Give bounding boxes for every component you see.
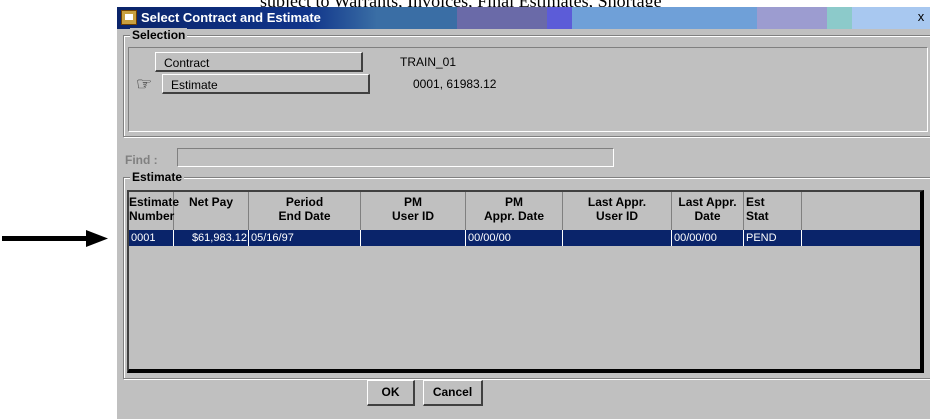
cell-last-appr-date: 00/00/00 (672, 230, 744, 246)
close-button[interactable]: x (913, 10, 929, 25)
selection-group-label: Selection (130, 28, 188, 42)
pointing-hand-icon: ☞ (136, 74, 153, 94)
arrow-right-icon (2, 230, 108, 247)
cell-estimate-number: 0001 (129, 230, 174, 246)
cancel-button-label: Cancel (432, 385, 473, 399)
ok-button-label: OK (381, 385, 400, 399)
select-contract-dialog: Select Contract and Estimate x Selection… (116, 7, 930, 419)
cell-net-pay: $61,983.12 (174, 230, 249, 246)
header-line: Date (694, 209, 721, 223)
header-line: Period (285, 195, 324, 209)
contract-button-label: Contract (164, 56, 210, 70)
header-line: User ID (595, 209, 639, 223)
header-line: Appr. Date (483, 209, 544, 223)
cell-est-stat: PEND (744, 230, 802, 246)
estimate-value: 0001, 61983.12 (413, 77, 497, 91)
contract-value: TRAIN_01 (400, 55, 457, 69)
column-header-period-end-date[interactable]: Period End Date (249, 192, 361, 230)
header-line: Number (129, 209, 175, 223)
header-line: Estimate (129, 195, 180, 209)
window-title: Select Contract and Estimate (141, 10, 321, 25)
column-header-estimate-number[interactable]: Estimate Number (129, 192, 180, 230)
cell-last-appr-user-id (563, 230, 672, 246)
estimate-button[interactable]: Estimate (162, 74, 370, 94)
title-bar[interactable]: Select Contract and Estimate x (117, 7, 930, 29)
column-header-pm-appr-date[interactable]: PM Appr. Date (466, 192, 563, 230)
find-label: Find : (125, 153, 158, 167)
header-line: PM (505, 195, 523, 209)
column-header-last-appr-date[interactable]: Last Appr. Date (672, 192, 744, 230)
ok-button[interactable]: OK (367, 380, 415, 406)
column-header-last-appr-user-id[interactable]: Last Appr. User ID (563, 192, 672, 230)
estimate-table[interactable]: Estimate Number Net Pay Period End Date … (127, 190, 924, 373)
cell-pm-user-id (361, 230, 466, 246)
app-icon (121, 10, 137, 25)
cell-period-end-date: 05/16/97 (249, 230, 361, 246)
column-header-pm-user-id[interactable]: PM User ID (361, 192, 466, 230)
column-header-net-pay[interactable]: Net Pay (174, 192, 249, 230)
column-header-est-stat[interactable]: Est Stat (744, 192, 802, 230)
header-line: End Date (278, 209, 331, 223)
find-input[interactable] (177, 148, 614, 167)
estimate-group-label: Estimate (130, 170, 185, 184)
cell-pm-appr-date: 00/00/00 (466, 230, 563, 246)
header-line: Last Appr. (587, 195, 647, 209)
header-line: Stat (746, 209, 769, 223)
header-line: User ID (391, 209, 435, 223)
table-row[interactable]: 0001 $61,983.12 05/16/97 00/00/00 00/00/… (129, 230, 920, 246)
cancel-button[interactable]: Cancel (423, 380, 483, 406)
selection-group: Selection Contract TRAIN_01 ☞ Estimate 0… (123, 28, 930, 137)
header-line: Est (746, 195, 765, 209)
estimate-button-label: Estimate (171, 78, 218, 92)
contract-button[interactable]: Contract (155, 52, 363, 72)
header-line: PM (404, 195, 422, 209)
header-line: Net Pay (188, 195, 234, 209)
header-line: Last Appr. (678, 195, 737, 209)
